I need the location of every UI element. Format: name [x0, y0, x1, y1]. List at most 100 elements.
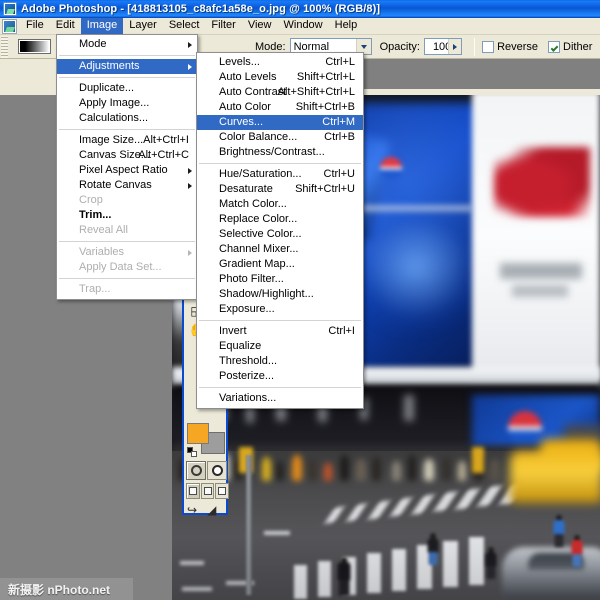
- full-screen-mode-button[interactable]: [215, 483, 230, 499]
- standard-mode-button[interactable]: [186, 461, 206, 480]
- reverse-label: Reverse: [497, 40, 539, 53]
- color-swatches: [187, 423, 227, 457]
- adjustments-menu-item[interactable]: Threshold...: [197, 354, 363, 369]
- adjustments-menu-item[interactable]: Auto Levels Shift+Ctrl+L: [197, 70, 363, 85]
- adjustments-menu-item[interactable]: Replace Color...: [197, 212, 363, 227]
- image-menu-item[interactable]: Pixel Aspect Ratio: [57, 163, 197, 178]
- image-menu-item-label: Reveal All: [79, 224, 128, 236]
- adjustments-menu-item[interactable]: Brightness/Contrast...: [197, 145, 363, 160]
- adjustments-menu-item[interactable]: Auto Color Shift+Ctrl+B: [197, 100, 363, 115]
- adjustments-menu-item[interactable]: Auto Contrast Alt+Shift+Ctrl+L: [197, 85, 363, 100]
- photo-billboard-text-line-1: [500, 263, 582, 279]
- chevron-right-icon: [188, 63, 192, 70]
- menu-select[interactable]: Select: [163, 18, 206, 34]
- menu-help[interactable]: Help: [329, 18, 364, 34]
- adjustments-menu-item[interactable]: Posterize...: [197, 369, 363, 384]
- adjustments-menu-item[interactable]: Exposure...: [197, 302, 363, 317]
- adjustments-menu-item-label: Curves...: [219, 116, 264, 128]
- adjustments-menu-item[interactable]: Hue/Saturation... Ctrl+U: [197, 167, 363, 182]
- adjustments-menu-item[interactable]: Equalize: [197, 339, 363, 354]
- options-bar-grip[interactable]: [1, 35, 8, 58]
- image-menu-item[interactable]: Rotate Canvas: [57, 178, 197, 193]
- image-menu-item[interactable]: Duplicate...: [57, 81, 197, 96]
- image-menu-dropdown[interactable]: Mode Adjustments Duplicate... Apply Image..…: [56, 34, 198, 300]
- dither-checkbox-box[interactable]: [548, 40, 561, 53]
- adjustments-menu-item-label: Equalize: [219, 340, 262, 352]
- menu-filter[interactable]: Filter: [205, 18, 241, 34]
- image-menu-item: Trap...: [57, 282, 197, 297]
- dither-checkbox[interactable]: Dither: [548, 40, 592, 53]
- image-menu-item: Variables: [57, 245, 197, 260]
- photo-pedestrian: [570, 535, 584, 569]
- screen-modes: [186, 483, 230, 501]
- adjustments-menu-item[interactable]: Photo Filter...: [197, 272, 363, 287]
- chevron-right-icon: [188, 41, 192, 48]
- opacity-input[interactable]: 100%: [423, 38, 463, 55]
- menu-edit[interactable]: Edit: [50, 18, 81, 34]
- adjustments-menu-item[interactable]: Desaturate Shift+Ctrl+U: [197, 182, 363, 197]
- crosswalk-stripe-near: [294, 565, 307, 599]
- full-screen-menubar-mode-button[interactable]: [200, 483, 215, 499]
- photo-billboard-text-line-2: [512, 285, 568, 297]
- adjustments-menu-item-label: Brightness/Contrast...: [219, 146, 325, 158]
- adjustments-menu-item-shortcut: Shift+Ctrl+U: [295, 183, 355, 195]
- image-menu-item-label: Mode: [79, 38, 107, 50]
- image-menu-item[interactable]: Canvas Size... Alt+Ctrl+C: [57, 148, 197, 163]
- menu-view[interactable]: View: [242, 18, 278, 34]
- crosswalk-stripe-near: [367, 553, 381, 593]
- opacity-label: Opacity:: [379, 40, 420, 53]
- photo-red-logo-graphic: [494, 147, 590, 217]
- photo-yellow-taxi: [510, 451, 600, 503]
- standard-screen-mode-button[interactable]: [186, 483, 200, 499]
- adjustments-menu-item[interactable]: Color Balance... Ctrl+B: [197, 130, 363, 145]
- opacity-slider-arrow-icon[interactable]: [448, 39, 462, 54]
- adjustments-menu-item[interactable]: Match Color...: [197, 197, 363, 212]
- adjustments-menu-item[interactable]: Shadow/Highlight...: [197, 287, 363, 302]
- adjustments-menu-item-label: Channel Mixer...: [219, 243, 299, 255]
- imageready-icon: ◢: [207, 503, 217, 517]
- lane-dash: [264, 531, 290, 535]
- image-menu-item-label: Rotate Canvas: [79, 179, 152, 191]
- photo-traffic-signal: [472, 447, 484, 473]
- menu-layer[interactable]: Layer: [123, 18, 163, 34]
- adjustments-menu-item-shortcut: Ctrl+U: [323, 168, 355, 180]
- jump-to-imageready-button[interactable]: ↪ ◢: [187, 503, 227, 517]
- image-menu-item[interactable]: Mode: [57, 37, 197, 52]
- image-menu-item[interactable]: Image Size... Alt+Ctrl+I: [57, 133, 197, 148]
- gradient-preview-swatch[interactable]: [18, 39, 51, 54]
- image-menu-item-shortcut: Alt+Ctrl+C: [138, 149, 189, 161]
- adjustments-menu-item[interactable]: Invert Ctrl+I: [197, 324, 363, 339]
- image-menu-item[interactable]: Adjustments: [57, 59, 197, 74]
- crosswalk-stripe-near: [318, 561, 331, 597]
- menu-window[interactable]: Window: [278, 18, 329, 34]
- reverse-checkbox[interactable]: Reverse: [482, 40, 539, 53]
- adjustments-menu-item-label: Threshold...: [219, 355, 278, 367]
- default-colors-icon[interactable]: [187, 447, 197, 457]
- adjustments-menu-item-shortcut: Ctrl+B: [324, 131, 355, 143]
- adjustments-menu-item-label: Invert: [219, 325, 247, 337]
- adjustments-menu-item[interactable]: Gradient Map...: [197, 257, 363, 272]
- window-title: Adobe Photoshop - [418813105_c8afc1a58e_…: [21, 2, 381, 15]
- lane-dash: [180, 561, 204, 565]
- foreground-color-swatch[interactable]: [187, 423, 209, 444]
- image-menu-item[interactable]: Calculations...: [57, 111, 197, 126]
- adjustments-submenu[interactable]: Levels... Ctrl+L Auto Levels Shift+Ctrl+L Au…: [196, 52, 364, 409]
- adjustments-menu-item[interactable]: Levels... Ctrl+L: [197, 55, 363, 70]
- adjustments-menu-item[interactable]: Channel Mixer...: [197, 242, 363, 257]
- adjustments-menu-item[interactable]: Curves... Ctrl+M: [197, 115, 363, 130]
- adjustments-menu-item-label: Selective Color...: [219, 228, 302, 240]
- quick-mask-mode-button[interactable]: [207, 461, 227, 480]
- adjustments-menu-item[interactable]: Selective Color...: [197, 227, 363, 242]
- photo-white-billboard: [472, 95, 600, 381]
- crosswalk-stripe-near: [443, 541, 458, 587]
- adjustments-menu-item-shortcut: Ctrl+I: [328, 325, 355, 337]
- photo-street-pole: [246, 455, 252, 595]
- image-menu-item[interactable]: Apply Image...: [57, 96, 197, 111]
- adjustments-menu-item-label: Levels...: [219, 56, 260, 68]
- image-menu-item-label: Duplicate...: [79, 82, 135, 94]
- menu-image[interactable]: Image: [80, 18, 124, 34]
- image-menu-item[interactable]: Trim...: [57, 208, 197, 223]
- adjustments-menu-item[interactable]: Variations...: [197, 391, 363, 406]
- menu-file[interactable]: File: [20, 18, 50, 34]
- reverse-checkbox-box[interactable]: [482, 40, 495, 53]
